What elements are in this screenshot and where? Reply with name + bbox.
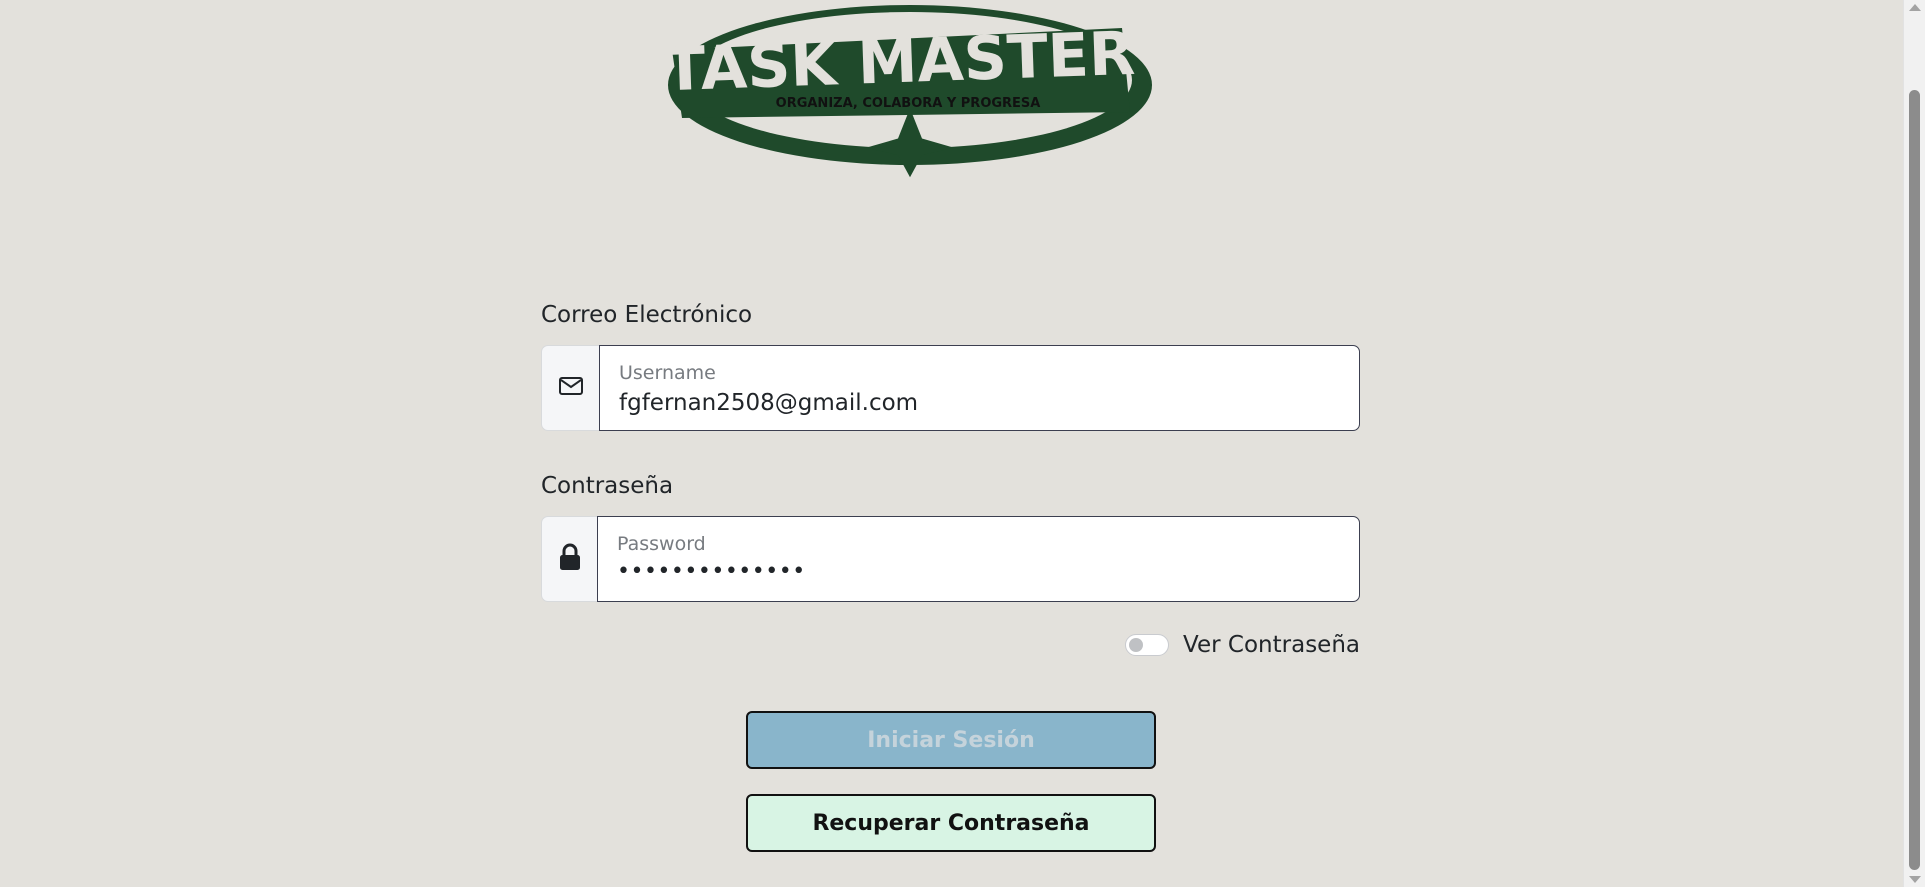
email-value: fgfernan2508@gmail.com: [619, 390, 919, 416]
email-field[interactable]: Username fgfernan2508@gmail.com: [599, 345, 1360, 431]
show-password-switch[interactable]: [1125, 634, 1170, 656]
password-field[interactable]: Password ••••••••••••••: [597, 516, 1360, 602]
show-password-toggle[interactable]: Ver Contraseña: [1125, 632, 1360, 658]
login-button[interactable]: Iniciar Sesión: [746, 711, 1156, 769]
email-placeholder: Username: [619, 362, 716, 384]
envelope-icon: [558, 375, 584, 401]
email-addon: [541, 345, 599, 431]
email-label: Correo Electrónico: [541, 302, 753, 328]
email-input-group: Username fgfernan2508@gmail.com: [541, 345, 1360, 431]
scroll-down-icon[interactable]: [1909, 876, 1921, 883]
vertical-scrollbar[interactable]: [1903, 0, 1925, 887]
password-addon: [541, 516, 597, 602]
password-input-group: Password ••••••••••••••: [541, 516, 1360, 602]
logo-tagline: ORGANIZA, COLABORA Y PROGRESA: [776, 96, 1041, 111]
task-master-logo: TASK MASTER ORGANIZA, COLABORA Y PROGRES…: [663, 5, 1152, 178]
recover-password-button[interactable]: Recuperar Contraseña: [746, 794, 1156, 852]
password-value: ••••••••••••••: [617, 559, 806, 584]
scroll-up-icon[interactable]: [1909, 4, 1921, 11]
switch-knob: [1129, 638, 1144, 652]
password-placeholder: Password: [617, 533, 706, 555]
show-password-label: Ver Contraseña: [1183, 632, 1360, 658]
scrollbar-thumb[interactable]: [1909, 90, 1920, 870]
lock-icon: [558, 543, 582, 575]
password-label: Contraseña: [541, 473, 674, 499]
